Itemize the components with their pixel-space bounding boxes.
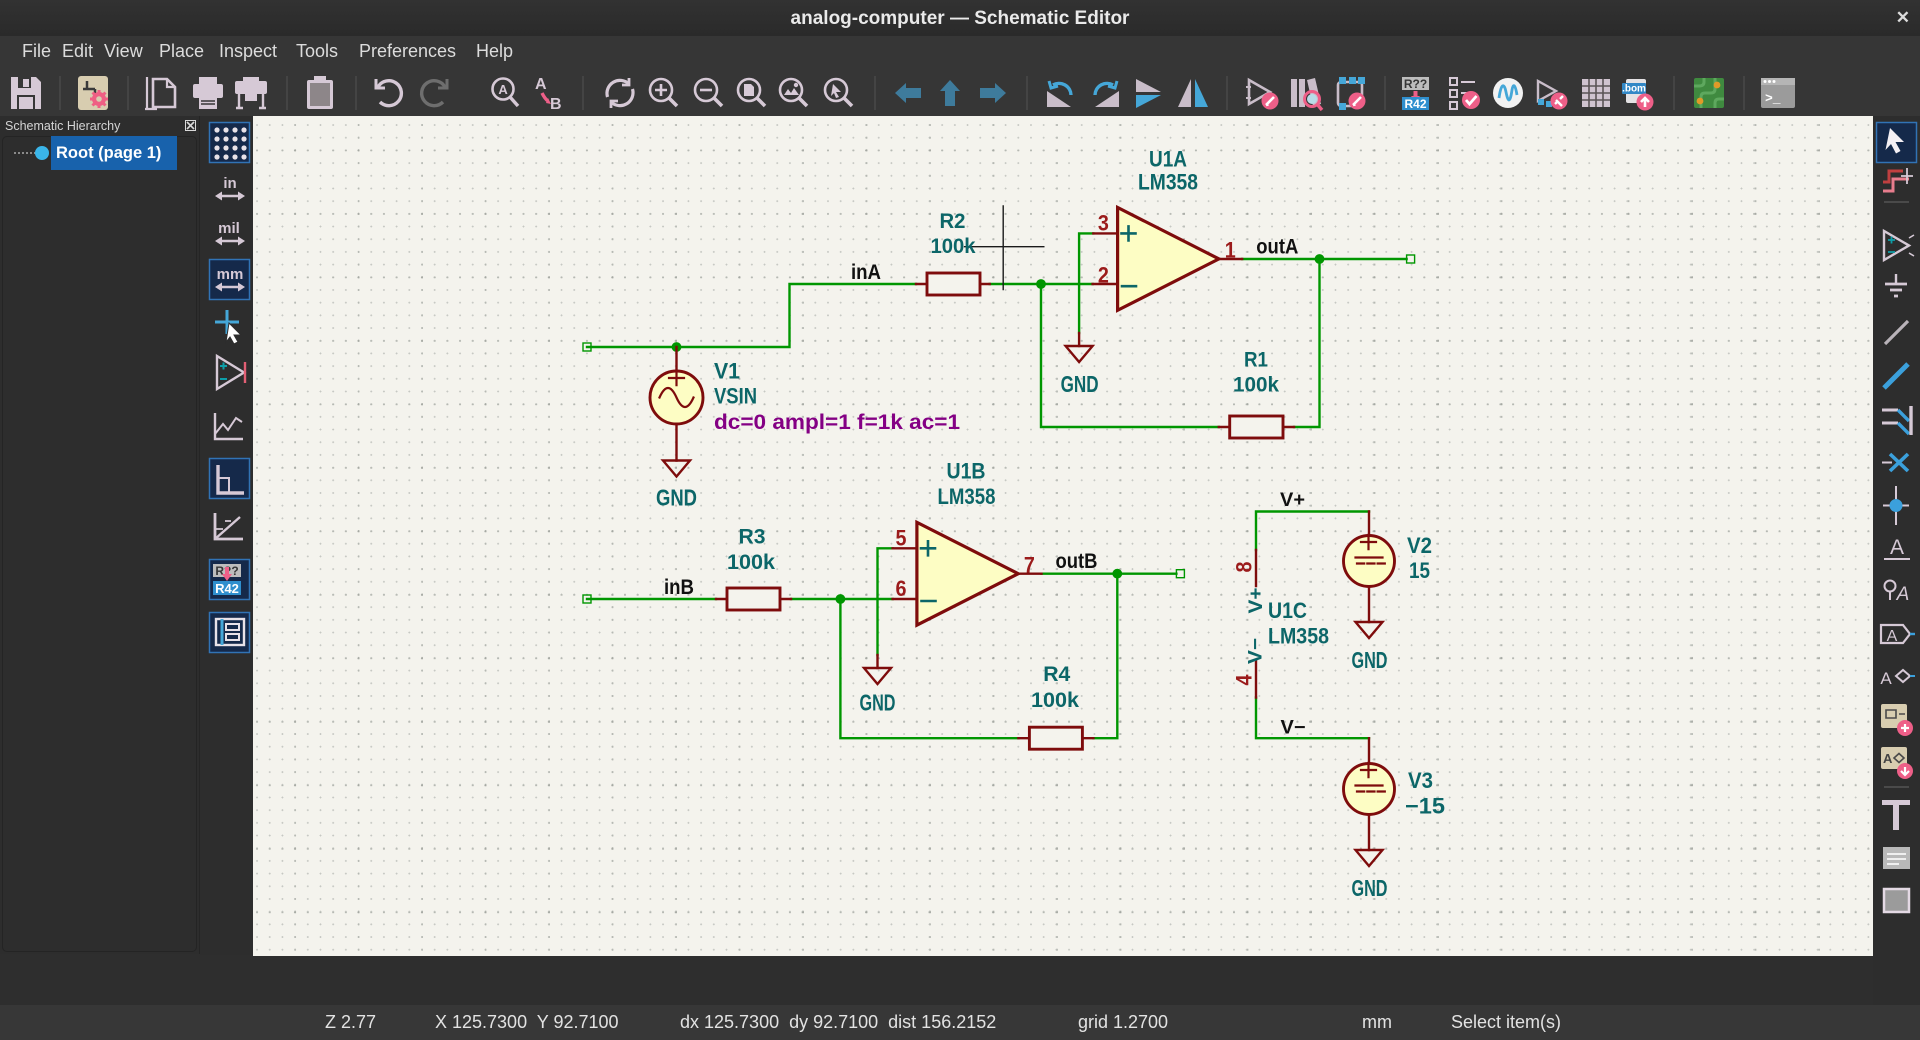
svg-text:100k: 100k [1031,689,1079,712]
svg-text:6: 6 [896,576,907,601]
svg-text:A: A [1896,584,1910,605]
svg-text:LM358: LM358 [1268,624,1329,649]
svg-text:A: A [1890,536,1904,559]
svg-text:100k: 100k [931,235,976,258]
svg-text:R??: R?? [1404,77,1427,91]
svg-text:R3: R3 [739,526,766,549]
svg-text:8: 8 [1232,562,1257,573]
svg-text:mil: mil [218,220,240,237]
svg-text:−15: −15 [1405,794,1445,819]
svg-text:GND: GND [1061,371,1099,397]
svg-text:V−: V− [1246,638,1267,664]
svg-text:R42: R42 [1404,97,1426,111]
svg-text:outB: outB [1056,550,1098,573]
svg-text:A: A [498,82,508,97]
svg-text:VSIN: VSIN [714,384,757,409]
svg-text:15: 15 [1409,558,1430,583]
svg-text:R1: R1 [1244,349,1268,372]
svg-text:GND: GND [656,485,697,511]
svg-text:GND: GND [1352,647,1388,673]
svg-text:A: A [535,76,547,93]
svg-text:inB: inB [664,576,694,599]
svg-text:U1A: U1A [1149,147,1187,172]
svg-text:V1: V1 [714,359,740,384]
svg-text:mm: mm [217,266,244,283]
svg-text:1: 1 [1225,238,1236,263]
svg-text:R2: R2 [940,210,966,233]
svg-text:outA: outA [1256,236,1298,259]
svg-text:LM358: LM358 [1138,170,1198,195]
svg-text:100k: 100k [727,551,775,574]
svg-text:in: in [223,175,236,192]
svg-text:3: 3 [1098,211,1109,236]
svg-text:LM358: LM358 [938,484,996,509]
svg-text:U1B: U1B [947,459,986,484]
svg-text:A: A [1887,628,1898,645]
svg-text:2: 2 [1098,262,1109,287]
svg-text:5: 5 [896,526,907,551]
svg-text:V2: V2 [1407,533,1432,558]
svg-text:R42: R42 [215,581,239,596]
svg-text:>_: >_ [1765,91,1781,106]
svg-text:A: A [1883,751,1893,766]
svg-text:A: A [1880,669,1892,688]
svg-text:V−: V− [1281,718,1306,739]
svg-text:100k: 100k [1233,374,1279,397]
svg-text:R4: R4 [1043,663,1070,686]
svg-text:inA: inA [851,261,881,284]
svg-text:B: B [550,96,562,113]
svg-text:7: 7 [1024,553,1035,578]
svg-text:V+: V+ [1246,588,1267,614]
svg-text:4: 4 [1232,674,1257,686]
svg-text:dc=0 ampl=1 f=1k ac=1: dc=0 ampl=1 f=1k ac=1 [714,411,960,434]
svg-text:U1C: U1C [1268,598,1307,623]
svg-text:V+: V+ [1280,490,1305,511]
svg-text:GND: GND [1352,875,1388,901]
svg-text:.bom: .bom [1622,84,1646,95]
svg-text:V3: V3 [1408,768,1433,793]
svg-text:GND: GND [860,690,896,716]
